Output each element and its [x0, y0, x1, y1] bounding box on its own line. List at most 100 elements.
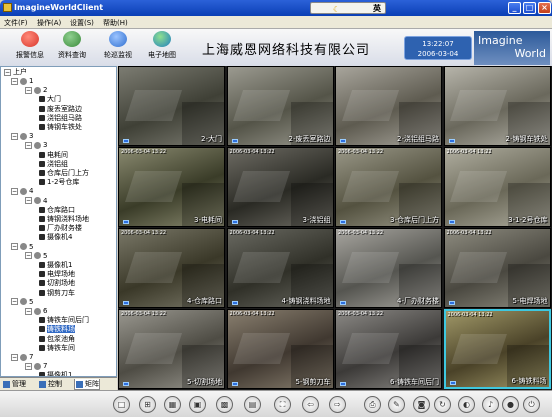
tree-group[interactable]: −4: [11, 187, 33, 196]
video-cell[interactable]: 2006-03-04 13:22 3-电耗间: [118, 147, 225, 227]
tree-camera[interactable]: 电耗间: [39, 151, 68, 160]
video-cell[interactable]: 2006-03-04 13:22 4-仓库路口: [118, 228, 225, 308]
layout-2x2-button[interactable]: ⊞: [139, 396, 156, 413]
tree-camera[interactable]: 浇铝组马路: [39, 114, 82, 123]
tree-group[interactable]: −3: [25, 141, 47, 150]
collapse-icon[interactable]: −: [25, 307, 32, 315]
logo-line-1: Imagine: [478, 34, 523, 47]
layout-grid-button[interactable]: ▤: [244, 396, 261, 413]
menu-operate[interactable]: 操作(A): [37, 18, 61, 28]
layout-4x4-button[interactable]: ▩: [216, 396, 233, 413]
collapse-icon[interactable]: −: [4, 68, 11, 76]
tree-camera[interactable]: 铸钢浇料场地: [39, 215, 89, 224]
fullscreen-button[interactable]: ⛶: [274, 396, 291, 413]
layout-1x1-button[interactable]: □: [113, 396, 130, 413]
video-cell[interactable]: 2-废丢室路边: [226, 66, 334, 146]
tree-camera[interactable]: 厂办财务楼: [39, 224, 82, 233]
tree-camera[interactable]: 铸钢车铁处: [39, 123, 82, 132]
tree-group[interactable]: −2: [25, 86, 47, 95]
video-cell[interactable]: 2006-03-04 13:22 3-仓库后门上方: [335, 147, 442, 227]
video-cell[interactable]: 2006-03-04 13:22 3-1-2号仓库: [443, 147, 551, 227]
prev-page-button[interactable]: ⇦: [302, 396, 319, 413]
tree-group[interactable]: −6: [25, 307, 47, 316]
camera-icon: [39, 335, 45, 342]
tree-camera[interactable]: 切割场地: [39, 279, 75, 288]
tree-camera[interactable]: 1-2号仓库: [39, 178, 79, 187]
video-cell[interactable]: 2-大门: [118, 66, 225, 146]
tree-group[interactable]: −5: [25, 252, 47, 261]
tree-camera[interactable]: 电焊场地: [39, 270, 75, 279]
data-query-button[interactable]: 资料查询: [52, 31, 92, 63]
video-cell[interactable]: 2006-03-04 13:22 3-浇铝组: [226, 147, 334, 227]
exit-button[interactable]: ⏻: [523, 396, 540, 413]
close-button[interactable]: ×: [538, 2, 551, 14]
tree-group[interactable]: −7: [25, 362, 47, 371]
collapse-icon[interactable]: −: [25, 252, 32, 260]
collapse-icon[interactable]: −: [11, 132, 18, 140]
collapse-icon[interactable]: −: [25, 141, 32, 149]
tree-camera[interactable]: 钢剪刀车: [39, 289, 75, 298]
collapse-icon[interactable]: −: [25, 86, 32, 94]
tree-group[interactable]: −4: [25, 197, 47, 206]
menu-help[interactable]: 帮助(H): [103, 18, 128, 28]
tree-camera[interactable]: 废丢室路边: [39, 105, 82, 114]
tree-root[interactable]: − 上户: [4, 68, 27, 77]
menu-file[interactable]: 文件(F): [4, 18, 28, 28]
tree-camera[interactable]: 大门: [39, 95, 61, 104]
ime-indicator[interactable]: 英 ☾: [310, 2, 386, 14]
collapse-icon[interactable]: −: [11, 243, 18, 251]
next-page-button[interactable]: ⇨: [329, 396, 346, 413]
patrol-monitor-button[interactable]: 轮巡监视: [98, 31, 138, 63]
collapse-icon[interactable]: −: [25, 362, 32, 370]
tab-matrix[interactable]: 矩阵: [74, 379, 100, 390]
collapse-icon[interactable]: −: [11, 77, 18, 85]
ptz-control-button[interactable]: ◐: [458, 396, 475, 413]
tree-camera[interactable]: 摄像机1: [39, 261, 72, 270]
playback-button[interactable]: ↻: [434, 396, 451, 413]
minimize-button[interactable]: _: [508, 2, 521, 14]
maximize-button[interactable]: □: [523, 2, 536, 14]
tree-camera[interactable]: 浇铝组: [39, 160, 68, 169]
tree-group[interactable]: −5: [11, 298, 33, 307]
e-map-button[interactable]: 电子地图: [142, 31, 182, 63]
scene-shape: [124, 333, 182, 365]
record-button[interactable]: ⎙: [364, 396, 381, 413]
video-cell[interactable]: 2006-03-04 13:22 4-厂办财务楼: [335, 228, 442, 308]
tree-camera[interactable]: 仓库路口: [39, 206, 75, 215]
volume-button[interactable]: ♪: [482, 396, 499, 413]
video-cell[interactable]: 2006-03-04 13:22 5-电焊场地: [443, 228, 551, 308]
tree-group[interactable]: −5: [11, 243, 33, 252]
group-icon: [34, 86, 41, 94]
collapse-icon[interactable]: −: [11, 298, 18, 306]
tree-camera-selected[interactable]: 铸铁料场: [39, 325, 75, 334]
tree-camera[interactable]: 铸铁车间: [39, 344, 75, 353]
tree-camera[interactable]: 摄像机4: [39, 233, 72, 242]
tree-camera[interactable]: 仓库后门上方: [39, 169, 89, 178]
alarm-button[interactable]: ●: [502, 396, 519, 413]
snapshot-camera-button[interactable]: ◙: [413, 396, 430, 413]
tree-group[interactable]: −3: [11, 132, 33, 141]
title-bar: ImagineWorldClient 英 ☾ _ □ ×: [0, 0, 552, 16]
collapse-icon[interactable]: −: [25, 197, 32, 205]
tree-group[interactable]: −7: [11, 353, 33, 362]
video-cell[interactable]: 2006-03-04 13:22 6-铸铁车间后门: [335, 309, 442, 389]
tab-manage[interactable]: 管理: [2, 379, 26, 390]
wrench-button[interactable]: ✎: [388, 396, 405, 413]
video-cell[interactable]: 2006-03-04 13:22 4-铸钢浇料场地: [226, 228, 334, 308]
tab-control[interactable]: 控制: [38, 379, 62, 390]
video-cell[interactable]: 2006-03-04 13:22 5-切割场地: [118, 309, 225, 389]
alarm-info-button[interactable]: 报警信息: [10, 31, 50, 63]
collapse-icon[interactable]: −: [11, 353, 18, 361]
tree-group[interactable]: −1: [11, 77, 33, 86]
video-cell[interactable]: 2006-03-04 13:22 6-铸铁料场: [443, 309, 551, 389]
video-cell[interactable]: 2-浇铝组马路: [335, 66, 442, 146]
layout-3x3-button[interactable]: ▦: [164, 396, 181, 413]
video-cell[interactable]: 2-铸钢车铁处: [443, 66, 551, 146]
video-cell[interactable]: 2006-03-04 13:22 5-钢剪刀车: [226, 309, 334, 389]
tree-camera[interactable]: 铸铁车间后门: [39, 316, 89, 325]
collapse-icon[interactable]: −: [11, 187, 18, 195]
device-tree[interactable]: − 上户 −1−2 大门 废丢室路边 浇铝组马路 铸钢车铁处 −3−3 电耗间 浇铝组 仓库后门上方…: [0, 66, 117, 377]
tree-camera[interactable]: 包浆池角: [39, 335, 75, 344]
layout-1plus5-button[interactable]: ▣: [189, 396, 206, 413]
menu-settings[interactable]: 设置(S): [70, 18, 94, 28]
